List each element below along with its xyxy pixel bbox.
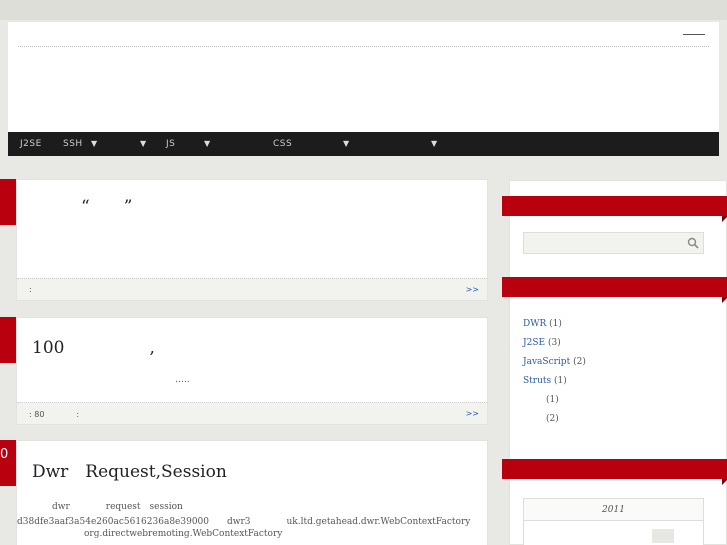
- post-title[interactable]: “ ”: [81, 192, 132, 217]
- list-item: JavaScript (2): [523, 353, 586, 372]
- widget-ribbon-calendar: [502, 459, 727, 485]
- list-item: (2): [523, 410, 586, 429]
- nav-item-ssh[interactable]: SSH: [63, 132, 83, 156]
- main-nav: J2SE SSH ▼ ▼ JS ▼ CSS ▼ ▼: [8, 132, 719, 156]
- category-link[interactable]: J2SE: [523, 338, 545, 348]
- nav-item-js[interactable]: JS: [166, 132, 175, 156]
- menu-icon[interactable]: [683, 34, 705, 35]
- read-more-link[interactable]: >>: [466, 285, 479, 294]
- post-excerpt-line: dwr request session: [52, 502, 183, 512]
- chevron-down-icon[interactable]: ▼: [140, 132, 146, 156]
- sidebar: DWR (1) J2SE (3) JavaScript (2) Struts (…: [502, 180, 727, 545]
- category-link[interactable]: Struts: [523, 376, 551, 386]
- post-excerpt: …..: [175, 375, 190, 385]
- category-count: (2): [546, 414, 559, 424]
- post-title[interactable]: Dwr Request,Session: [32, 457, 227, 482]
- post-card: Dwr Request,Session dwr request session …: [16, 440, 488, 545]
- category-count: (3): [547, 338, 561, 348]
- post-excerpt-line: org.directwebremoting.WebContextFactory: [84, 529, 283, 539]
- list-item: DWR (1): [523, 315, 586, 334]
- category-count: (1): [554, 376, 567, 386]
- calendar-day-cell[interactable]: [652, 529, 674, 543]
- category-list: DWR (1) J2SE (3) JavaScript (2) Struts (…: [523, 315, 586, 429]
- category-link[interactable]: JavaScript: [523, 357, 570, 367]
- list-item: (1): [523, 391, 586, 410]
- post-card: 100 , ….. : 80 : >>: [16, 317, 488, 425]
- header-divider: [18, 46, 709, 47]
- search-input[interactable]: [523, 232, 704, 254]
- post-card: “ ” : >>: [16, 179, 488, 301]
- post-meta-text: :: [29, 285, 32, 294]
- read-more-link[interactable]: >>: [466, 409, 479, 418]
- post-meta: : >>: [17, 278, 487, 300]
- category-count: (2): [573, 357, 586, 367]
- post-title[interactable]: 100 ,: [32, 333, 155, 358]
- calendar-caption: 2011: [524, 499, 703, 521]
- post-excerpt-line: d38dfe3aaf3a54e260ac5616236a8e39000 dwr3…: [17, 517, 471, 527]
- category-count: (1): [546, 395, 559, 405]
- category-link[interactable]: DWR: [523, 319, 546, 329]
- chevron-down-icon[interactable]: ▼: [204, 132, 210, 156]
- chevron-down-icon[interactable]: ▼: [431, 132, 437, 156]
- post-flag: [0, 179, 16, 225]
- site-header: [8, 22, 719, 132]
- calendar: 2011: [523, 498, 704, 545]
- widget-ribbon-categories: [502, 277, 727, 303]
- chevron-down-icon[interactable]: ▼: [343, 132, 349, 156]
- nav-item-css[interactable]: CSS: [273, 132, 292, 156]
- post-flag: 0: [0, 440, 16, 486]
- post-meta-text: : 80 :: [29, 410, 80, 419]
- post-meta: : 80 : >>: [17, 402, 487, 424]
- list-item: J2SE (3): [523, 334, 586, 353]
- list-item: Struts (1): [523, 372, 586, 391]
- top-strip: [0, 0, 727, 20]
- category-count: (1): [549, 319, 562, 329]
- search-icon[interactable]: [687, 237, 699, 249]
- chevron-down-icon[interactable]: ▼: [91, 132, 97, 156]
- post-flag: [0, 317, 16, 363]
- nav-item-j2se[interactable]: J2SE: [20, 132, 42, 156]
- widget-ribbon-search: [502, 196, 727, 222]
